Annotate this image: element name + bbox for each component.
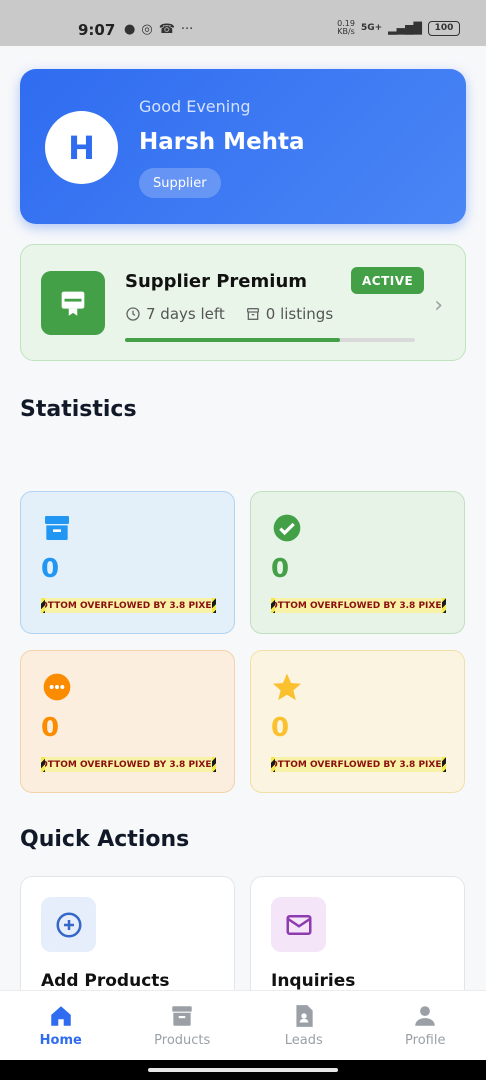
subscription-card[interactable]: Supplier Premium ACTIVE 7 days left 0 li… xyxy=(20,244,466,361)
role-badge: Supplier xyxy=(139,168,221,198)
nav-profile-label: Profile xyxy=(405,1033,446,1048)
bottom-navigation: Home Products Leads Profile xyxy=(0,990,486,1060)
chat-bubble-icon: ● xyxy=(124,22,136,37)
listings-text: 0 listings xyxy=(265,305,334,323)
user-name: Harsh Mehta xyxy=(139,129,305,155)
stat-card[interactable]: 0 BOTTOM OVERFLOWED BY 3.8 PIXELS xyxy=(250,491,465,634)
inquiries-action[interactable]: Inquiries xyxy=(250,876,465,1006)
stat-card[interactable]: 0 BOTTOM OVERFLOWED BY 3.8 PIXELS xyxy=(20,491,235,634)
status-badge: ACTIVE xyxy=(351,267,425,294)
progress-fill xyxy=(125,338,340,342)
more-circle-icon xyxy=(41,671,73,703)
greeting-text: Good Evening xyxy=(139,97,251,116)
nav-products-label: Products xyxy=(154,1033,211,1048)
star-icon xyxy=(271,671,303,703)
inquiries-label: Inquiries xyxy=(271,971,356,991)
battery-icon: 100 xyxy=(428,20,460,36)
archive-box-icon xyxy=(41,512,73,544)
archive-box-icon xyxy=(172,1006,192,1026)
add-products-action[interactable]: Add Products xyxy=(20,876,235,1006)
premium-card-icon xyxy=(41,271,105,335)
overflow-warning-text: BOTTOM OVERFLOWED BY 3.8 PIXELS xyxy=(275,757,442,772)
subscription-title: Supplier Premium xyxy=(125,271,308,292)
data-speed-icon: 0.19 KB/s xyxy=(337,19,355,36)
nav-products[interactable]: Products xyxy=(122,991,244,1060)
overflow-warning: BOTTOM OVERFLOWED BY 3.8 PIXELS xyxy=(271,598,446,613)
nav-leads[interactable]: Leads xyxy=(243,991,365,1060)
archive-box-icon xyxy=(246,308,259,320)
overflow-warning-text: BOTTOM OVERFLOWED BY 3.8 PIXELS xyxy=(45,757,212,772)
check-circle-icon xyxy=(271,512,303,544)
add-products-label: Add Products xyxy=(41,971,170,991)
system-gesture-bar xyxy=(0,1060,486,1080)
overflow-warning-text: BOTTOM OVERFLOWED BY 3.8 PIXELS xyxy=(275,598,442,613)
whatsapp-icon: ◎ xyxy=(141,22,153,37)
signal-icon: ▂▄▆█ xyxy=(388,21,422,35)
nav-profile[interactable]: Profile xyxy=(365,991,486,1060)
plus-circle-icon xyxy=(41,897,96,952)
days-left-text: 7 days left xyxy=(146,305,225,323)
person-icon xyxy=(415,1006,435,1026)
status-time: 9:07 xyxy=(78,21,116,39)
home-icon xyxy=(51,1006,71,1026)
network-type: 5G+ xyxy=(360,23,383,33)
clock-icon xyxy=(126,307,140,321)
avatar: H xyxy=(45,111,118,184)
gesture-handle[interactable] xyxy=(148,1068,338,1072)
chevron-right-icon[interactable]: › xyxy=(434,293,443,318)
statistics-title: Statistics xyxy=(20,397,137,422)
overflow-warning: BOTTOM OVERFLOWED BY 3.8 PIXELS xyxy=(41,598,216,613)
missed-call-icon: ☎ xyxy=(158,22,175,37)
stat-card[interactable]: 0 BOTTOM OVERFLOWED BY 3.8 PIXELS xyxy=(20,650,235,793)
status-bar: 9:07 ● ◎ ☎ ··· 0.19 KB/s 5G+ ▂▄▆█ 100 xyxy=(0,0,486,46)
stat-value: 0 xyxy=(41,554,60,584)
document-icon xyxy=(296,1005,313,1027)
overflow-warning-text: BOTTOM OVERFLOWED BY 3.8 PIXELS xyxy=(45,598,212,613)
stat-value: 0 xyxy=(41,713,60,743)
stat-value: 0 xyxy=(271,713,290,743)
nav-home[interactable]: Home xyxy=(0,991,122,1060)
stat-card[interactable]: 0 BOTTOM OVERFLOWED BY 3.8 PIXELS xyxy=(250,650,465,793)
subscription-progress xyxy=(125,338,415,342)
overflow-warning: BOTTOM OVERFLOWED BY 3.8 PIXELS xyxy=(271,757,446,772)
stat-value: 0 xyxy=(271,554,290,584)
avatar-initial: H xyxy=(68,128,95,167)
mail-icon xyxy=(271,897,326,952)
more-dots-icon: ··· xyxy=(180,22,194,37)
profile-card: H Good Evening Harsh Mehta Supplier xyxy=(20,69,466,224)
overflow-warning: BOTTOM OVERFLOWED BY 3.8 PIXELS xyxy=(41,757,216,772)
nav-home-label: Home xyxy=(39,1033,82,1048)
quick-actions-title: Quick Actions xyxy=(20,827,190,852)
nav-leads-label: Leads xyxy=(284,1033,323,1048)
